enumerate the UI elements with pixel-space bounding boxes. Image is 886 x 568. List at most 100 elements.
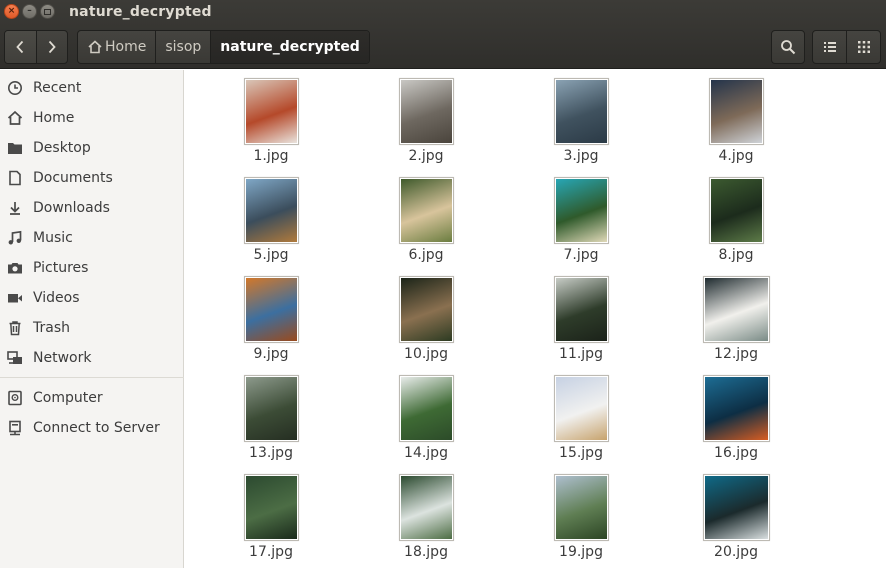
sidebar-item-desktop[interactable]: Desktop — [0, 134, 184, 162]
thumbnail-image — [246, 179, 297, 242]
thumbnail-image — [556, 377, 607, 440]
file-name: 18.jpg — [404, 544, 448, 560]
file-item[interactable]: 11.jpg — [526, 268, 636, 363]
image-thumbnail — [554, 375, 609, 442]
forward-button[interactable] — [35, 31, 68, 63]
file-item[interactable]: 14.jpg — [371, 367, 481, 462]
list-view-button[interactable] — [813, 31, 846, 63]
image-thumbnail — [244, 78, 299, 145]
file-item[interactable]: 10.jpg — [371, 268, 481, 363]
file-item[interactable]: 15.jpg — [526, 367, 636, 462]
sidebar-item-pictures[interactable]: Pictures — [0, 254, 184, 282]
thumbnail-image — [705, 377, 768, 440]
clock-icon — [6, 79, 24, 97]
file-name: 16.jpg — [714, 445, 758, 461]
thumbnail-image — [401, 278, 452, 341]
file-item[interactable]: 19.jpg — [526, 466, 636, 561]
file-name: 5.jpg — [253, 247, 289, 263]
home-icon — [88, 40, 102, 54]
file-item[interactable]: 5.jpg — [216, 169, 326, 264]
file-name: 13.jpg — [249, 445, 293, 461]
sidebar-item-label: Computer — [33, 390, 103, 406]
file-item[interactable]: 18.jpg — [371, 466, 481, 561]
sidebar: Recent Home Desktop Documents Downloads … — [0, 70, 184, 568]
sidebar-item-videos[interactable]: Videos — [0, 284, 184, 312]
file-item[interactable]: 1.jpg — [216, 70, 326, 165]
search-button[interactable] — [771, 30, 805, 64]
minimize-icon: – — [27, 6, 32, 16]
file-item[interactable]: 17.jpg — [216, 466, 326, 561]
file-name: 11.jpg — [559, 346, 603, 362]
file-item[interactable]: 7.jpg — [526, 169, 636, 264]
maximize-icon — [44, 8, 51, 15]
file-name: 19.jpg — [559, 544, 603, 560]
thumbnail-image — [556, 80, 607, 143]
image-thumbnail — [703, 375, 770, 442]
image-thumbnail — [554, 474, 609, 541]
image-thumbnail — [554, 276, 609, 343]
sidebar-item-connect-to-server[interactable]: Connect to Server — [0, 414, 184, 442]
file-item[interactable]: 9.jpg — [216, 268, 326, 363]
sidebar-item-downloads[interactable]: Downloads — [0, 194, 184, 222]
image-thumbnail — [399, 177, 454, 244]
file-item[interactable]: 20.jpg — [681, 466, 791, 561]
document-icon — [6, 169, 24, 187]
sidebar-item-label: Desktop — [33, 140, 91, 156]
breadcrumb-sisop[interactable]: sisop — [156, 31, 212, 63]
sidebar-item-label: Connect to Server — [33, 420, 160, 436]
close-icon: × — [7, 6, 16, 16]
camera-icon — [6, 259, 24, 277]
sidebar-item-network[interactable]: Network — [0, 344, 184, 372]
thumbnail-image — [246, 80, 297, 143]
maximize-window-button[interactable] — [40, 4, 55, 19]
breadcrumb-current-label: nature_decrypted — [220, 39, 360, 55]
file-item[interactable]: 6.jpg — [371, 169, 481, 264]
minimize-window-button[interactable]: – — [22, 4, 37, 19]
thumbnail-image — [401, 377, 452, 440]
sidebar-item-trash[interactable]: Trash — [0, 314, 184, 342]
file-item[interactable]: 3.jpg — [526, 70, 636, 165]
file-name: 6.jpg — [408, 247, 444, 263]
file-item[interactable]: 16.jpg — [681, 367, 791, 462]
download-icon — [6, 199, 24, 217]
sidebar-item-computer[interactable]: Computer — [0, 384, 184, 412]
sidebar-item-home[interactable]: Home — [0, 104, 184, 132]
file-item[interactable]: 2.jpg — [371, 70, 481, 165]
thumbnail-image — [711, 80, 762, 143]
back-button[interactable] — [5, 31, 36, 63]
server-icon — [6, 419, 24, 437]
chevron-right-icon — [48, 40, 56, 54]
breadcrumb-home[interactable]: Home — [78, 31, 157, 63]
sidebar-item-music[interactable]: Music — [0, 224, 184, 252]
file-name: 15.jpg — [559, 445, 603, 461]
thumbnail-image — [246, 278, 297, 341]
window-title: nature_decrypted — [69, 4, 212, 20]
image-thumbnail — [399, 276, 454, 343]
breadcrumb-current[interactable]: nature_decrypted — [211, 31, 369, 63]
file-item[interactable]: 8.jpg — [681, 169, 791, 264]
grid-view-button[interactable] — [846, 31, 880, 63]
file-name: 3.jpg — [563, 148, 599, 164]
home-icon — [6, 109, 24, 127]
file-item[interactable]: 12.jpg — [681, 268, 791, 363]
thumbnail-image — [401, 476, 452, 539]
image-thumbnail — [554, 177, 609, 244]
file-view: 1.jpg 2.jpg 3.jpg 4.jpg 5.jpg 6.jpg 7.jpg 8.jpg… — [185, 70, 886, 568]
breadcrumb: Home sisop nature_decrypted — [77, 30, 370, 64]
thumbnail-image — [556, 179, 607, 242]
file-name: 10.jpg — [404, 346, 448, 362]
breadcrumb-home-label: Home — [105, 39, 147, 55]
sidebar-item-label: Home — [33, 110, 75, 126]
thumbnail-image — [705, 278, 768, 341]
file-item[interactable]: 4.jpg — [681, 70, 791, 165]
file-name: 4.jpg — [718, 148, 754, 164]
list-view-icon — [823, 42, 836, 52]
image-thumbnail — [703, 276, 770, 343]
folder-icon — [6, 139, 24, 157]
file-name: 17.jpg — [249, 544, 293, 560]
file-item[interactable]: 13.jpg — [216, 367, 326, 462]
thumbnail-image — [401, 80, 452, 143]
sidebar-item-recent[interactable]: Recent — [0, 74, 184, 102]
sidebar-item-documents[interactable]: Documents — [0, 164, 184, 192]
close-window-button[interactable]: × — [4, 4, 19, 19]
